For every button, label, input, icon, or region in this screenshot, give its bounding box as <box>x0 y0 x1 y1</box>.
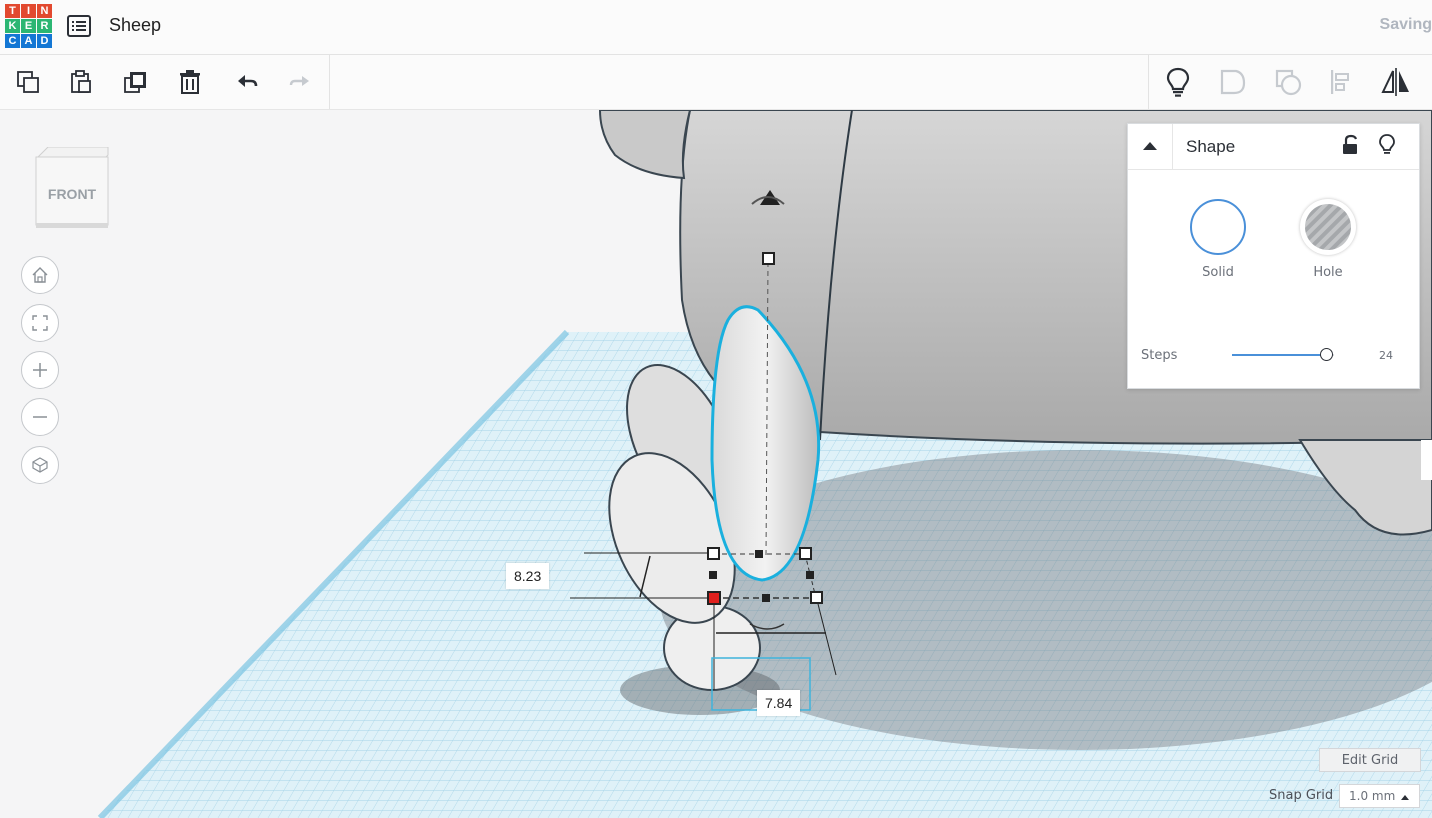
height-handle[interactable] <box>762 252 775 265</box>
home-view-button[interactable] <box>21 256 59 294</box>
logo-letter: T <box>5 4 20 18</box>
show-notes-button[interactable] <box>1159 63 1197 101</box>
width-dimension-label[interactable]: 7.84 <box>757 690 801 716</box>
toolbar-divider <box>329 55 330 109</box>
redo-icon <box>289 76 309 86</box>
logo-letter: D <box>37 34 52 48</box>
design-menu-button[interactable] <box>66 14 92 38</box>
zoom-out-icon <box>33 416 47 418</box>
perspective-button[interactable] <box>21 446 59 484</box>
logo-letter: I <box>21 4 36 18</box>
tinkercad-logo[interactable]: T I N K E R C A D <box>5 4 53 50</box>
zoom-in-button[interactable] <box>21 351 59 389</box>
delete-button[interactable] <box>171 63 209 101</box>
selected-corner-handle[interactable] <box>707 591 721 605</box>
undo-icon <box>238 75 258 87</box>
axis-marker <box>1421 440 1432 480</box>
chevron-up-icon <box>1401 795 1409 800</box>
logo-letter: C <box>5 34 20 48</box>
zoom-in-icon <box>33 363 47 377</box>
steps-label: Steps <box>1141 348 1178 363</box>
undo-button[interactable] <box>228 63 266 101</box>
snap-grid-label: Snap Grid <box>1269 788 1334 803</box>
steps-value[interactable]: 24 <box>1379 349 1393 362</box>
shape-inspector-panel: Shape Solid Hole Steps 24 <box>1127 123 1420 389</box>
perspective-icon <box>32 457 48 473</box>
steps-slider[interactable] <box>1232 346 1334 364</box>
sheep-head[interactable] <box>598 110 692 180</box>
toolbar <box>0 55 1432 110</box>
panel-divider <box>1172 124 1173 169</box>
steps-slider-fill <box>1232 354 1326 356</box>
paste-icon <box>71 70 91 93</box>
logo-letter: K <box>5 19 20 33</box>
toolbar-divider <box>1148 55 1149 109</box>
ungroup-button[interactable] <box>1269 63 1307 101</box>
fit-icon <box>32 315 48 331</box>
panel-title: Shape <box>1186 137 1236 156</box>
edge-handle[interactable] <box>806 571 814 579</box>
fit-view-button[interactable] <box>21 304 59 342</box>
edge-handle[interactable] <box>755 550 763 558</box>
mirror-icon <box>1381 68 1409 96</box>
edge-handle[interactable] <box>709 571 717 579</box>
paste-button[interactable] <box>61 63 99 101</box>
zoom-out-button[interactable] <box>21 398 59 436</box>
design-title[interactable]: Sheep <box>109 15 161 36</box>
logo-letter: E <box>21 19 36 33</box>
copy-icon <box>17 71 39 93</box>
corner-handle[interactable] <box>810 591 823 604</box>
trash-icon <box>180 70 200 94</box>
align-button[interactable] <box>1322 63 1360 101</box>
snap-grid-value: 1.0 mm <box>1349 789 1396 803</box>
group-button[interactable] <box>1214 63 1252 101</box>
group-icon <box>1220 69 1246 95</box>
corner-handle[interactable] <box>707 547 720 560</box>
hide-lightbulb-icon[interactable] <box>1378 133 1396 157</box>
lock-icon[interactable] <box>1340 134 1360 156</box>
copy-button[interactable] <box>9 63 47 101</box>
steps-slider-knob[interactable] <box>1319 348 1333 361</box>
mirror-button[interactable] <box>1377 63 1415 101</box>
logo-letter: R <box>37 19 52 33</box>
view-cube-front-label: FRONT <box>47 186 97 202</box>
list-icon <box>67 15 91 37</box>
collapse-arrow-icon[interactable] <box>1141 140 1159 152</box>
logo-letter: A <box>21 34 36 48</box>
save-status: Saving <box>1379 16 1432 33</box>
redo-button[interactable] <box>281 63 319 101</box>
hole-label: Hole <box>1313 265 1343 280</box>
edge-handle[interactable] <box>762 594 770 602</box>
duplicate-icon <box>124 72 146 93</box>
height-dimension-label[interactable]: 8.23 <box>506 563 550 589</box>
view-cube[interactable]: FRONT <box>34 146 110 229</box>
home-icon <box>32 267 48 283</box>
solid-label: Solid <box>1202 265 1234 280</box>
duplicate-button[interactable] <box>117 63 155 101</box>
panel-header: Shape <box>1128 124 1419 170</box>
align-icon <box>1331 70 1349 94</box>
hole-option[interactable] <box>1300 199 1356 255</box>
top-bar: T I N K E R C A D Sheep Saving <box>0 0 1432 55</box>
hole-pattern-icon <box>1305 204 1351 250</box>
ungroup-icon <box>1275 69 1302 96</box>
lightbulb-icon <box>1166 67 1190 97</box>
edit-grid-button[interactable]: Edit Grid <box>1319 748 1421 772</box>
logo-letter: N <box>37 4 52 18</box>
corner-handle[interactable] <box>799 547 812 560</box>
snap-grid-select[interactable]: 1.0 mm <box>1339 784 1420 808</box>
solid-option[interactable] <box>1190 199 1246 255</box>
